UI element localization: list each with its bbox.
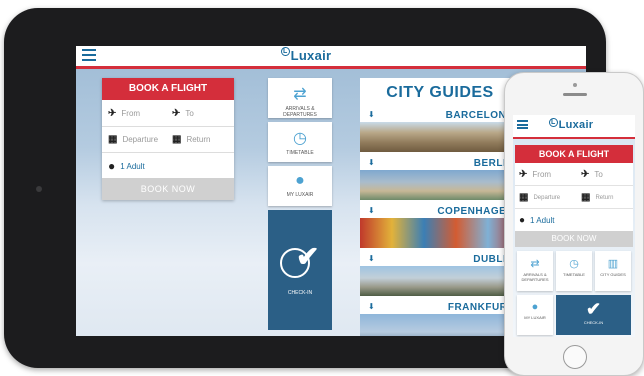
phone-route-row: ✈ From ✈ To [515,163,633,186]
user-icon: ● [531,301,539,313]
phone-app-logo: L Luxair [549,118,594,131]
person-icon: ● [519,215,526,226]
swap-arrows-icon: ⇄ [293,86,307,103]
app-header: L Luxair [76,46,586,69]
check-in-tile[interactable]: ✔ CHECK-IN [268,210,332,330]
download-icon[interactable]: ⬇ [368,254,375,263]
phone-book-now-button[interactable]: BOOK NOW [515,231,633,247]
phone-camera [573,83,577,87]
book-flight-title: BOOK A FLIGHT [102,78,234,100]
download-icon[interactable]: ⬇ [368,302,375,311]
phone-return-field[interactable]: ▦ Return [581,192,613,203]
user-icon: ● [295,172,305,189]
phone-speaker [563,93,587,96]
phone-screen: L Luxair BOOK A FLIGHT ✈ From ✈ To ▦ Depa… [513,115,635,337]
person-icon: ● [108,159,116,173]
copenhagen-photo [360,218,520,248]
route-row: ✈ From ✈ To [102,100,234,127]
dates-row: ▦ Departure ▦ Return [102,126,234,153]
menu-icon[interactable] [517,120,528,129]
plane-landing-icon: ✈ [172,108,181,119]
download-icon[interactable]: ⬇ [368,158,375,167]
map-icon: ▥ [607,258,619,270]
phone-passengers-field[interactable]: ● 1 Adult [519,215,555,226]
phone-from-field[interactable]: ✈ From [519,169,551,180]
dublin-photo [360,266,520,296]
phone-book-flight-title: BOOK A FLIGHT [515,145,633,163]
book-flight-panel: BOOK A FLIGHT ✈ From ✈ To ▦ Departure ▦ … [102,78,234,200]
departure-field[interactable]: ▦ Departure [108,134,158,145]
city-guides-panel: CITY GUIDES ⬇ BARCELONA ⬇ BERLIN ⬇ COPEN… [360,78,520,336]
calendar-icon: ▦ [581,192,591,203]
calendar-icon: ▦ [519,192,529,203]
to-field[interactable]: ✈ To [172,108,194,119]
swap-arrows-icon: ⇄ [530,258,540,270]
phone-passengers-row: ● 1 Adult [515,209,633,232]
from-field[interactable]: ✈ From [108,108,140,119]
download-icon[interactable]: ⬇ [368,206,375,215]
checkmark-plane-icon: ✔ [585,299,602,319]
arrivals-departures-tile[interactable]: ⇄ ARRIVALS & DEPARTURES [268,78,332,118]
city-card-copenhagen[interactable]: ⬇ COPENHAGEN [360,204,520,248]
frankfurt-photo [360,314,520,336]
city-card-berlin[interactable]: ⬇ BERLIN [360,156,520,200]
download-icon[interactable]: ⬇ [368,110,375,119]
timetable-tile[interactable]: ◷ TIMETABLE [268,122,332,162]
phone-to-field[interactable]: ✈ To [581,169,603,180]
passengers-row: ● 1 Adult [102,152,234,178]
phone-app-header: L Luxair [513,115,635,139]
clock-icon: ◷ [569,258,579,270]
return-field[interactable]: ▦ Return [172,134,210,145]
phone-body: BOOK A FLIGHT ✈ From ✈ To ▦ Departure ▦ [513,139,635,337]
city-guides-title: CITY GUIDES [386,84,494,101]
calendar-icon: ▦ [108,134,118,145]
phone-arrivals-tile[interactable]: ⇄ ARRIVALS & DEPARTURES [517,251,553,291]
city-card-frankfurt[interactable]: ⬇ FRANKFURT [360,300,520,336]
phone-city-guides-tile[interactable]: ▥ CITY GUIDES [595,251,631,291]
phone-timetable-tile[interactable]: ◷ TIMETABLE [556,251,592,291]
phone-device: L Luxair BOOK A FLIGHT ✈ From ✈ To ▦ Depa… [504,72,644,376]
passengers-field[interactable]: ● 1 Adult [108,159,145,173]
clock-icon: ◷ [293,130,307,147]
plane-takeoff-icon: ✈ [108,108,117,119]
calendar-icon: ▦ [172,134,182,145]
app-logo: L Luxair [281,47,332,63]
plane-takeoff-icon: ✈ [519,169,528,180]
phone-departure-field[interactable]: ▦ Departure [519,192,560,203]
book-now-button[interactable]: BOOK NOW [102,178,234,200]
city-card-dublin[interactable]: ⬇ DUBLIN [360,252,520,296]
my-luxair-tile[interactable]: ● MY LUXAIR [268,166,332,206]
menu-icon[interactable] [82,49,96,61]
phone-my-luxair-tile[interactable]: ● MY LUXAIR [517,295,553,335]
phone-home-button[interactable] [563,345,587,369]
plane-landing-icon: ✈ [581,169,590,180]
tablet-camera [36,186,42,192]
phone-check-in-tile[interactable]: ✔ CHECK-IN [556,295,631,335]
phone-dates-row: ▦ Departure ▦ Return [515,186,633,209]
berlin-photo [360,170,520,200]
barcelona-photo [360,122,520,152]
city-card-barcelona[interactable]: ⬇ BARCELONA [360,108,520,152]
